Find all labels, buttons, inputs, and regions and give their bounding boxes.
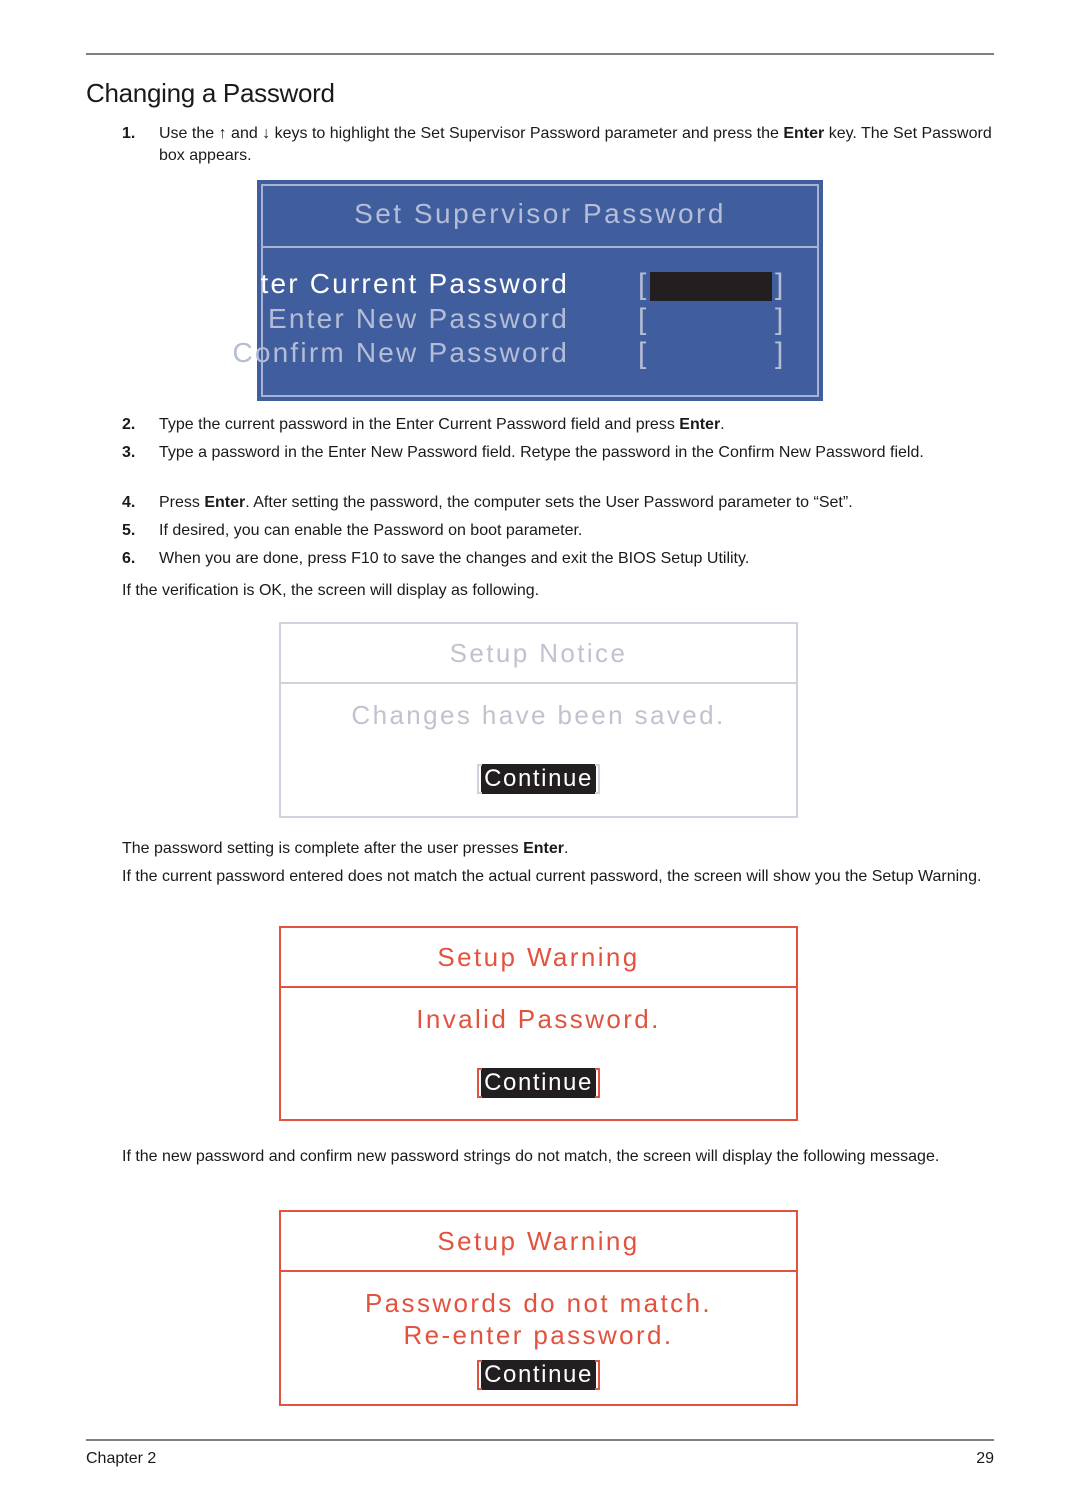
step-6: 6. When you are done, press F10 to save …: [122, 548, 992, 570]
step-text: Type the current password in the Enter C…: [159, 414, 992, 436]
dialog-message-line-2: Re-enter password.: [403, 1320, 674, 1350]
bracket-left: [477, 764, 483, 794]
footer-chapter: Chapter 2: [86, 1450, 157, 1467]
dialog-divider: [261, 246, 819, 248]
field-label: Enter New Password: [267, 303, 569, 334]
footer-page-number: 29: [976, 1450, 994, 1467]
continue-button-frame: Continue: [477, 1360, 600, 1390]
new-password-input[interactable]: [650, 307, 772, 336]
step-number: 5.: [122, 522, 136, 539]
bracket-left: [477, 1068, 483, 1098]
bracket-right: ]: [775, 268, 784, 301]
step-text: Press Enter. After setting the password,…: [159, 492, 992, 514]
key-enter: Enter: [783, 125, 825, 142]
dialog-message: Invalid Password.: [416, 1004, 661, 1034]
text-run: .: [563, 840, 569, 857]
setup-warning-mismatch-dialog: Setup Warning Passwords do not match. Re…: [279, 1210, 798, 1406]
key-enter: Enter: [523, 840, 564, 857]
field-row-current-password[interactable]: Enter Current Password [ ]: [222, 268, 823, 302]
text-run: .: [720, 416, 725, 433]
step-5: 5. If desired, you can enable the Passwo…: [122, 520, 992, 542]
dialog-message: Changes have been saved.: [351, 700, 726, 730]
text-run: The password setting is complete after t…: [122, 840, 524, 857]
dialog-title: Setup Notice: [449, 638, 628, 668]
step-3: 3. Type a password in the Enter New Pass…: [122, 442, 992, 464]
continue-button[interactable]: Continue: [481, 764, 596, 794]
field-label: Enter Current Password: [221, 268, 569, 299]
text-run: Type the current password in the Enter C…: [159, 416, 680, 433]
step-number: 6.: [122, 550, 136, 567]
set-supervisor-password-dialog: Set Supervisor Password Enter Current Pa…: [222, 180, 823, 401]
step-number: 3.: [122, 444, 136, 461]
key-enter: Enter: [679, 416, 721, 433]
dialog-divider: [281, 986, 796, 988]
bracket-left: [477, 1360, 483, 1390]
continue-button-frame: Continue: [477, 1068, 600, 1098]
mismatch-new-paragraph: If the new password and confirm new pass…: [122, 1148, 940, 1165]
dialog-divider: [281, 682, 796, 684]
step-1: 1. Use the ↑ and ↓ keys to highlight the…: [122, 123, 992, 167]
setup-notice-dialog: Setup Notice Changes have been saved. Co…: [279, 622, 798, 818]
mismatch-current-paragraph: If the current password entered does not…: [122, 868, 982, 885]
text-run: . After setting the password, the comput…: [245, 494, 853, 511]
confirm-password-input[interactable]: [650, 341, 772, 370]
text-run: and: [226, 125, 263, 142]
bracket-right: ]: [775, 337, 784, 370]
field-row-confirm-password[interactable]: Confirm New Password [ ]: [232, 337, 823, 371]
down-arrow-icon: ↓: [262, 125, 271, 142]
key-enter: Enter: [204, 494, 246, 511]
bracket-right: [594, 1360, 600, 1390]
bracket-right: [594, 1068, 600, 1098]
dialog-title: Setup Warning: [437, 942, 640, 972]
continue-button[interactable]: Continue: [481, 1068, 596, 1098]
setup-warning-invalid-dialog: Setup Warning Invalid Password. Continue: [279, 926, 798, 1121]
text-run: Use the: [159, 125, 219, 142]
bracket-left: [: [638, 303, 647, 336]
header-rule: [86, 53, 994, 55]
dialog-title: Set Supervisor Password: [354, 198, 726, 229]
bracket-left: [: [638, 268, 647, 301]
dialog-divider: [281, 1270, 796, 1272]
step-text: Type a password in the Enter New Passwor…: [159, 444, 924, 461]
continue-wrapper: Continue: [281, 1360, 796, 1390]
step-4: 4. Press Enter. After setting the passwo…: [122, 492, 992, 514]
dialog-message-line-1: Passwords do not match.: [364, 1288, 713, 1318]
step-text: Use the ↑ and ↓ keys to highlight the Se…: [159, 123, 992, 167]
field-label: Confirm New Password: [232, 337, 569, 368]
dialog-title: Setup Warning: [437, 1226, 640, 1256]
continue-button[interactable]: Continue: [481, 1360, 596, 1390]
complete-paragraph: The password setting is complete after t…: [122, 838, 992, 860]
current-password-input[interactable]: [650, 272, 772, 301]
footer-rule: [86, 1439, 994, 1441]
continue-wrapper: Continue: [281, 1068, 796, 1098]
bracket-right: [594, 764, 600, 794]
continue-button-frame: Continue: [477, 764, 600, 794]
text-run: keys to highlight the Set Supervisor Pas…: [270, 125, 784, 142]
text-run: Press: [159, 494, 205, 511]
verification-paragraph: If the verification is OK, the screen wi…: [122, 582, 540, 599]
step-text: When you are done, press F10 to save the…: [159, 550, 750, 567]
field-row-new-password[interactable]: Enter New Password [ ]: [257, 303, 823, 337]
step-number: 2.: [122, 416, 136, 433]
up-arrow-icon: ↑: [218, 125, 227, 142]
continue-wrapper: Continue: [281, 764, 796, 794]
step-text: If desired, you can enable the Password …: [159, 522, 583, 539]
step-number: 4.: [122, 494, 136, 511]
step-number: 1.: [122, 125, 136, 142]
bracket-right: ]: [775, 303, 784, 336]
page-title: Changing a Password: [86, 78, 335, 108]
step-2: 2. Type the current password in the Ente…: [122, 414, 992, 436]
bracket-left: [: [638, 337, 647, 370]
